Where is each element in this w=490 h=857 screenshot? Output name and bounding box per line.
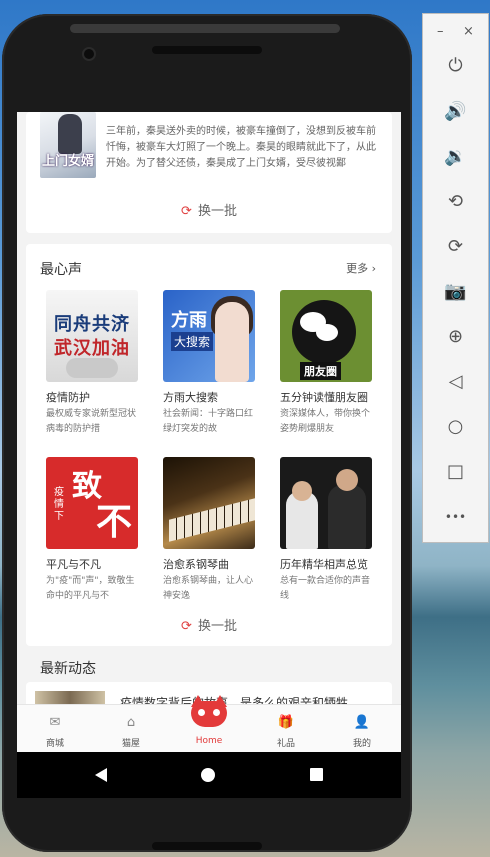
item-name: 方雨大搜索 bbox=[163, 391, 218, 404]
performer-head bbox=[336, 469, 358, 491]
cat-eye bbox=[213, 709, 220, 716]
item-desc: 治愈系钢琴曲，让人心神安逸 bbox=[163, 576, 254, 601]
tab-label: 商城 bbox=[45, 739, 64, 749]
section-title: 最新动态 bbox=[40, 661, 96, 677]
performer-figure bbox=[328, 485, 366, 549]
item-cover: 朋友圈 bbox=[280, 290, 372, 382]
earpiece-speaker bbox=[152, 46, 262, 54]
volume-down-icon[interactable]: 🔉 bbox=[423, 145, 488, 169]
tab-label: 猫屋 bbox=[121, 739, 140, 749]
performer-head bbox=[292, 481, 312, 501]
front-camera bbox=[84, 49, 94, 59]
rotate-right-icon[interactable]: ⟳ bbox=[423, 235, 488, 259]
book-cover-image[interactable]: 上门女婿 bbox=[40, 112, 96, 178]
section-title: 最心声 bbox=[40, 262, 82, 278]
item-name: 平凡与不凡 bbox=[46, 558, 101, 571]
tab-shop[interactable]: ✉ 商城 bbox=[23, 705, 87, 749]
more-label: 更多 bbox=[346, 262, 369, 275]
home-icon[interactable]: ○ bbox=[423, 415, 488, 439]
chat-bubble-icon bbox=[316, 324, 338, 341]
refresh-icon: ⟳ bbox=[181, 619, 192, 634]
piano-keys-graphic bbox=[169, 498, 255, 542]
item-desc: 社会新闻：十字路口红绿灯突发的故 bbox=[163, 409, 254, 434]
chevron-right-icon: › bbox=[371, 262, 376, 275]
tab-label: 礼品 bbox=[276, 739, 295, 749]
hands-graphic bbox=[66, 358, 118, 378]
cat-head bbox=[191, 701, 227, 727]
bottom-speaker bbox=[152, 842, 262, 850]
camera-icon[interactable]: 📷 bbox=[423, 280, 488, 304]
item-desc: 资深媒体人，带你换个姿势刷爆朋友 bbox=[280, 409, 371, 434]
item-name: 疫情防护 bbox=[46, 391, 90, 404]
item-cover bbox=[163, 457, 255, 549]
power-icon[interactable]: ⏻ bbox=[423, 54, 488, 78]
house-icon: ⌂ bbox=[126, 715, 136, 730]
minimize-button[interactable]: – bbox=[437, 24, 444, 39]
bottom-tab-bar: ✉ 商城 ⌂ 猫屋 Home 🎁 礼品 👤 我的 bbox=[17, 695, 401, 753]
tab-cat-house[interactable]: ⌂ 猫屋 bbox=[99, 705, 163, 749]
cat-logo-icon[interactable] bbox=[187, 695, 231, 729]
list-item[interactable]: 疫情下 致 不凡 平凡与不凡 为"疫"而"声"，致敬生命中的平凡与不 bbox=[46, 457, 146, 604]
list-item[interactable]: 同舟共济 武汉加油 疫情防护 最权威专家说新型冠状病毒的防护措 bbox=[46, 290, 146, 437]
item-desc: 为"疫"而"声"，致敬生命中的平凡与不 bbox=[46, 576, 135, 601]
refresh-button[interactable]: ⟳ 换一批 bbox=[26, 615, 392, 634]
cover-title: 上门女婿 bbox=[42, 154, 95, 169]
item-name: 治愈系钢琴曲 bbox=[163, 558, 229, 571]
more-icon[interactable]: ••• bbox=[423, 505, 488, 529]
cover-small-text: 疫情下 bbox=[54, 487, 64, 522]
cover-line-2: 武汉加油 bbox=[54, 338, 130, 359]
item-cover: 方雨 大搜索 bbox=[163, 290, 255, 382]
overview-icon[interactable]: □ bbox=[423, 460, 488, 484]
item-name: 五分钟读懂朋友圈 bbox=[280, 391, 368, 404]
book-card: 上门女婿 三年前，秦昊送外卖的时候，被豪车撞倒了，没想到反被车前忏悔，被豪车大灯… bbox=[26, 112, 392, 233]
user-icon: 👤 bbox=[353, 715, 371, 730]
item-cover bbox=[280, 457, 372, 549]
list-item[interactable]: 方雨 大搜索 方雨大搜索 社会新闻：十字路口红绿灯突发的故 bbox=[163, 290, 263, 437]
more-link[interactable]: 更多 › bbox=[346, 260, 376, 276]
item-name: 历年精华相声总览 bbox=[280, 558, 368, 571]
phone-top-edge bbox=[70, 24, 340, 33]
item-cover: 同舟共济 武汉加油 bbox=[46, 290, 138, 382]
cover-line-1: 方雨 bbox=[171, 310, 207, 331]
item-desc: 最权威专家说新型冠状病毒的防护措 bbox=[46, 409, 137, 434]
cover-line-2: 不凡 bbox=[96, 502, 133, 543]
cover-figure bbox=[58, 114, 82, 154]
emulator-toolbar: – × ⏻ 🔊 🔉 ⟲ ⟳ 📷 ⊕ ◁ ○ □ ••• bbox=[422, 13, 489, 543]
cat-eye bbox=[198, 709, 205, 716]
cover-line-1: 同舟共济 bbox=[54, 314, 130, 335]
android-nav-bar bbox=[17, 752, 401, 798]
item-desc: 总有一款合适你的声音线 bbox=[280, 576, 371, 601]
item-cover: 疫情下 致 不凡 bbox=[46, 457, 138, 549]
rotate-left-icon[interactable]: ⟲ bbox=[423, 190, 488, 214]
back-triangle-icon[interactable] bbox=[95, 768, 107, 782]
tab-label: 我的 bbox=[352, 739, 371, 749]
heart-voice-section: 最心声 更多 › 同舟共济 武汉加油 疫情防护 最权威专家说新型冠状病毒的防护措 bbox=[26, 244, 392, 646]
host-figure bbox=[215, 302, 249, 382]
list-item[interactable]: 历年精华相声总览 总有一款合适你的声音线 bbox=[280, 457, 380, 604]
book-description: 三年前，秦昊送外卖的时候，被豪车撞倒了，没想到反被车前忏悔，被豪车大灯照了一个晚… bbox=[106, 126, 376, 169]
refresh-button[interactable]: ⟳ 换一批 bbox=[26, 200, 392, 219]
recents-square-icon[interactable] bbox=[310, 768, 323, 781]
close-button[interactable]: × bbox=[463, 24, 474, 39]
back-icon[interactable]: ◁ bbox=[423, 370, 488, 394]
phone-frame: 上门女婿 三年前，秦昊送外卖的时候，被豪车撞倒了，没想到反被车前忏悔，被豪车大灯… bbox=[2, 14, 412, 852]
refresh-label: 换一批 bbox=[197, 619, 237, 634]
mail-icon: ✉ bbox=[49, 715, 61, 730]
tab-gifts[interactable]: 🎁 礼品 bbox=[254, 705, 318, 749]
tab-label: Home bbox=[195, 736, 223, 746]
refresh-label: 换一批 bbox=[197, 204, 237, 219]
zoom-icon[interactable]: ⊕ bbox=[423, 325, 488, 349]
cover-line-2: 大搜索 bbox=[171, 332, 214, 351]
home-circle-icon[interactable] bbox=[201, 768, 215, 782]
gift-icon: 🎁 bbox=[277, 715, 295, 730]
refresh-icon: ⟳ bbox=[181, 204, 192, 219]
cover-line-1: 朋友圈 bbox=[300, 362, 341, 380]
list-item[interactable]: 治愈系钢琴曲 治愈系钢琴曲，让人心神安逸 bbox=[163, 457, 263, 604]
app-screen: 上门女婿 三年前，秦昊送外卖的时候，被豪车撞倒了，没想到反被车前忏悔，被豪车大灯… bbox=[17, 112, 401, 798]
tab-mine[interactable]: 👤 我的 bbox=[330, 705, 394, 749]
volume-up-icon[interactable]: 🔊 bbox=[423, 100, 488, 124]
list-item[interactable]: 朋友圈 五分钟读懂朋友圈 资深媒体人，带你换个姿势刷爆朋友 bbox=[280, 290, 380, 437]
